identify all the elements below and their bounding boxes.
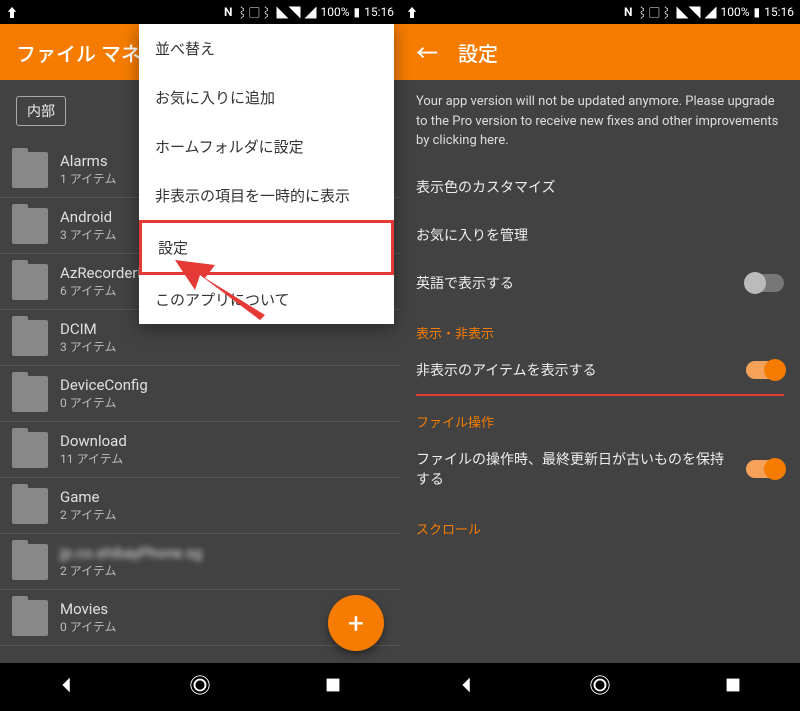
signal-icon: ◢: [704, 4, 716, 21]
phone-left: ⬆ N ⌇□⌇ ◣◥ ◢ 100% ▮ 15:16 ファイル マネージャー 内部…: [0, 0, 400, 711]
folder-icon: [12, 432, 48, 468]
settings-app-bar: ← 設定: [400, 24, 800, 80]
folder-icon: [12, 376, 48, 412]
overflow-menu: 並べ替えお気に入りに追加ホームフォルダに設定非表示の項目を一時的に表示設定このア…: [139, 24, 394, 324]
file-name: jp.co.shibayPhone.sg: [60, 544, 202, 562]
folder-icon: [12, 320, 48, 356]
category-scroll: スクロール: [400, 503, 800, 542]
menu-item-3[interactable]: 非表示の項目を一時的に表示: [139, 171, 394, 220]
switch-show-hidden[interactable]: [746, 361, 784, 379]
pref-customize-colors[interactable]: 表示色のカスタマイズ: [400, 163, 800, 211]
file-subtitle: 3 アイテム: [60, 338, 117, 355]
fab-add[interactable]: +: [328, 595, 384, 651]
nav-bar: [0, 663, 400, 711]
nav-recent-icon[interactable]: [322, 674, 344, 700]
menu-item-1[interactable]: お気に入りに追加: [139, 73, 394, 122]
folder-icon: [12, 488, 48, 524]
clock: 15:16: [364, 5, 394, 19]
file-subtitle: 3 アイテム: [60, 226, 117, 243]
file-name: Movies: [60, 600, 117, 618]
nav-back-icon[interactable]: [56, 674, 78, 700]
nfc-icon: N: [624, 5, 632, 19]
settings-content: Your app version will not be updated any…: [400, 80, 800, 663]
pref-keep-modified[interactable]: ファイルの操作時、最終更新日が古いものを保持する: [400, 435, 800, 503]
file-name: Alarms: [60, 152, 117, 170]
nav-back-icon[interactable]: [456, 674, 478, 700]
settings-title: 設定: [458, 38, 498, 67]
vibrate-icon: ⌇□⌇: [636, 4, 672, 21]
file-subtitle: 1 アイテム: [60, 170, 117, 187]
file-name: Game: [60, 488, 117, 506]
menu-item-0[interactable]: 並べ替え: [139, 24, 394, 73]
battery-icon: ▮: [354, 5, 361, 19]
file-name: Android: [60, 208, 117, 226]
file-name: Download: [60, 432, 127, 450]
pref-use-english[interactable]: 英語で表示する: [400, 259, 800, 307]
folder-icon: [12, 208, 48, 244]
nav-home-icon[interactable]: [189, 674, 211, 700]
file-name: DeviceConfig: [60, 376, 148, 394]
upgrade-notice[interactable]: Your app version will not be updated any…: [400, 80, 800, 163]
file-subtitle: 0 アイテム: [60, 618, 117, 635]
signal-icon: ◢: [304, 4, 316, 21]
folder-icon: [12, 600, 48, 636]
battery-text: 100%: [720, 5, 749, 19]
vibrate-icon: ⌇□⌇: [236, 4, 272, 21]
wifi-icon: ◣◥: [676, 4, 700, 21]
nfc-icon: N: [224, 5, 232, 19]
nav-bar: [400, 663, 800, 711]
battery-text: 100%: [320, 5, 349, 19]
switch-keep-modified[interactable]: [746, 460, 784, 478]
nav-home-icon[interactable]: [589, 674, 611, 700]
nav-recent-icon[interactable]: [722, 674, 744, 700]
clock: 15:16: [764, 5, 794, 19]
category-visibility: 表示・非表示: [400, 307, 800, 346]
file-subtitle: 0 アイテム: [60, 394, 148, 411]
upload-icon: ⬆: [6, 4, 18, 21]
status-bar: ⬆ N ⌇□⌇ ◣◥ ◢ 100% ▮ 15:16: [400, 0, 800, 24]
file-item[interactable]: Game2 アイテム: [0, 478, 400, 534]
pref-show-hidden[interactable]: 非表示のアイテムを表示する: [400, 346, 800, 394]
phone-right: ⬆ N ⌇□⌇ ◣◥ ◢ 100% ▮ 15:16 ← 設定 Your app …: [400, 0, 800, 711]
folder-icon: [12, 544, 48, 580]
file-subtitle: 2 アイテム: [60, 506, 117, 523]
menu-item-4[interactable]: 設定: [139, 220, 394, 275]
file-item[interactable]: DeviceConfig0 アイテム: [0, 366, 400, 422]
status-bar: ⬆ N ⌇□⌇ ◣◥ ◢ 100% ▮ 15:16: [0, 0, 400, 24]
switch-english[interactable]: [746, 274, 784, 292]
pref-manage-favorites[interactable]: お気に入りを管理: [400, 211, 800, 259]
menu-item-5[interactable]: このアプリについて: [139, 275, 394, 324]
category-file-ops: ファイル操作: [400, 396, 800, 435]
wifi-icon: ◣◥: [276, 4, 300, 21]
folder-icon: [12, 264, 48, 300]
battery-icon: ▮: [754, 5, 761, 19]
file-subtitle: 11 アイテム: [60, 450, 127, 467]
folder-icon: [12, 152, 48, 188]
menu-item-2[interactable]: ホームフォルダに設定: [139, 122, 394, 171]
back-arrow-icon[interactable]: ←: [416, 36, 438, 68]
file-subtitle: 2 アイテム: [60, 562, 202, 579]
upload-icon: ⬆: [406, 4, 418, 21]
file-item[interactable]: jp.co.shibayPhone.sg2 アイテム: [0, 534, 400, 590]
file-name: DCIM: [60, 320, 117, 338]
file-item[interactable]: Download11 アイテム: [0, 422, 400, 478]
storage-chip[interactable]: 内部: [16, 96, 66, 126]
